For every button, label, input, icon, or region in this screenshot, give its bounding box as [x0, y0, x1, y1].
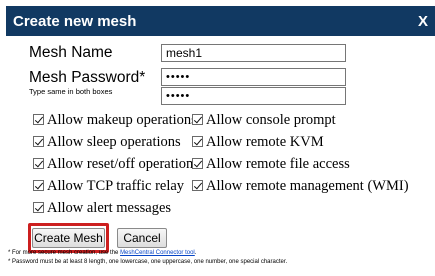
- create-mesh-button[interactable]: Create Mesh: [32, 228, 105, 248]
- mesh-password-input[interactable]: •••••: [161, 68, 346, 86]
- mesh-name-input[interactable]: mesh1: [161, 44, 346, 62]
- mesh-name-label: Mesh Name: [29, 44, 113, 61]
- dialog-title: Create new mesh: [13, 13, 137, 30]
- create-mesh-dialog: Create new mesh X Mesh Name mesh1 Mesh P…: [0, 0, 435, 276]
- checkbox-checked-icon[interactable]: [192, 180, 203, 191]
- checkbox-checked-icon[interactable]: [33, 158, 44, 169]
- checkbox-checked-icon[interactable]: [192, 158, 203, 169]
- checkbox-checked-icon[interactable]: [33, 180, 44, 191]
- mesh-password-label: Mesh Password*: [29, 69, 146, 86]
- checkbox-checked-icon[interactable]: [192, 136, 203, 147]
- checkbox-checked-icon[interactable]: [192, 114, 203, 125]
- option-makeup-operations[interactable]: Allow makeup operations: [33, 112, 197, 129]
- option-remote-file-access[interactable]: Allow remote file access: [192, 156, 350, 173]
- checkbox-checked-icon[interactable]: [33, 136, 44, 147]
- option-alert-messages[interactable]: Allow alert messages: [33, 200, 171, 217]
- close-icon[interactable]: X: [418, 13, 428, 30]
- dialog-titlebar: Create new mesh X: [6, 6, 435, 36]
- checkbox-checked-icon[interactable]: [33, 202, 44, 213]
- cancel-button[interactable]: Cancel: [117, 228, 167, 248]
- option-remote-management-wmi[interactable]: Allow remote management (WMI): [192, 178, 409, 195]
- note-connector: * For more secure mesh creation, use the…: [8, 250, 197, 256]
- connector-tool-link[interactable]: MeshCentral Connector tool: [120, 250, 195, 256]
- mesh-password-confirm-input[interactable]: •••••: [161, 87, 346, 105]
- option-reset-off-operations[interactable]: Allow reset/off operations: [33, 156, 199, 173]
- option-sleep-operations[interactable]: Allow sleep operations: [33, 134, 181, 151]
- option-remote-kvm[interactable]: Allow remote KVM: [192, 134, 324, 151]
- option-console-prompt[interactable]: Allow console prompt: [192, 112, 336, 129]
- option-tcp-traffic-relay[interactable]: Allow TCP traffic relay: [33, 178, 184, 195]
- password-hint: Type same in both boxes: [29, 87, 113, 96]
- note-password-requirements: * Password must be at least 8 length, on…: [8, 259, 288, 265]
- checkbox-checked-icon[interactable]: [33, 114, 44, 125]
